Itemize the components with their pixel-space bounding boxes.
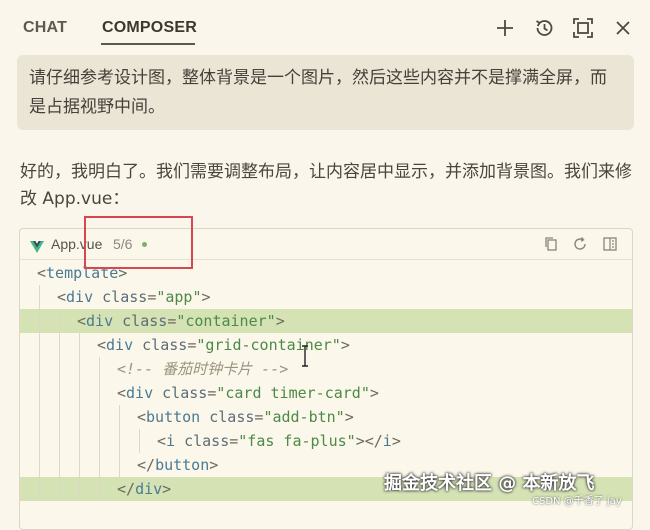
code-line-text: <div class="app">: [57, 288, 211, 306]
indent-guide: [59, 309, 60, 333]
active-tab-indicator: [101, 43, 195, 45]
refresh-icon[interactable]: [572, 236, 588, 252]
indent-guide: [39, 453, 40, 477]
code-line-text: <i class="fas fa-plus"></i>: [157, 432, 401, 450]
expand-icon[interactable]: [570, 15, 596, 41]
diff-icon[interactable]: [602, 236, 618, 252]
code-line-text: </button>: [137, 456, 219, 474]
history-icon[interactable]: [531, 15, 557, 41]
code-line-text: <div class="container">: [77, 312, 285, 330]
indent-guide: [139, 429, 140, 453]
code-line-text: <!-- 番茄时钟卡片 -->: [117, 360, 289, 378]
indent-guide: [39, 333, 40, 357]
user-message: 请仔细参考设计图，整体背景是一个图片，然后这些内容并不是撑满全屏，而是占据视野中…: [17, 55, 634, 130]
indent-guide: [59, 477, 60, 501]
indent-guide: [99, 429, 100, 453]
text-cursor-icon: [302, 345, 308, 367]
indent-guide: [79, 381, 80, 405]
indent-guide: [39, 357, 40, 381]
tab-composer[interactable]: COMPOSER: [102, 19, 197, 37]
tab-chat[interactable]: CHAT: [23, 19, 67, 37]
indent-guide: [59, 381, 60, 405]
indent-guide: [59, 429, 60, 453]
close-icon[interactable]: [610, 15, 636, 41]
indent-guide: [119, 405, 120, 429]
indent-guide: [39, 429, 40, 453]
assistant-message: 好的，我明白了。我们需要调整布局，让内容居中显示，并添加背景图。我们来修改 Ap…: [20, 162, 632, 209]
code-line: <div class="card timer-card">: [20, 381, 632, 405]
indent-guide: [59, 333, 60, 357]
indent-guide: [99, 453, 100, 477]
plus-icon[interactable]: [492, 15, 518, 41]
indent-guide: [59, 357, 60, 381]
annotation-highlight-box: [84, 216, 193, 269]
indent-guide: [79, 357, 80, 381]
code-line: <i class="fas fa-plus"></i>: [20, 429, 632, 453]
indent-guide: [39, 405, 40, 429]
code-line: <!-- 番茄时钟卡片 -->: [20, 357, 632, 381]
indent-guide: [99, 357, 100, 381]
indent-guide: [79, 477, 80, 501]
indent-guide: [119, 453, 120, 477]
indent-guide: [59, 453, 60, 477]
copy-icon[interactable]: [543, 236, 559, 252]
indent-guide: [39, 477, 40, 501]
code-lines: <template> <div class="app"> <div class="c…: [20, 261, 632, 501]
indent-guide: [59, 405, 60, 429]
indent-guide: [79, 333, 80, 357]
indent-guide: [119, 429, 120, 453]
indent-guide: [79, 429, 80, 453]
indent-guide: [99, 381, 100, 405]
vue-file-icon: [30, 238, 44, 257]
watermark-sub: CSDN @千香了 jay: [532, 496, 622, 507]
indent-guide: [99, 405, 100, 429]
indent-guide: [39, 309, 40, 333]
code-line: <button class="add-btn">: [20, 405, 632, 429]
code-line: <div class="app">: [20, 285, 632, 309]
indent-guide: [79, 405, 80, 429]
panel-tab-bar: CHAT COMPOSER: [0, 0, 650, 52]
code-line: <div class="grid-container">: [20, 333, 632, 357]
indent-guide: [99, 477, 100, 501]
code-line-text: <button class="add-btn">: [137, 408, 354, 426]
code-line-text: <div class="card timer-card">: [117, 384, 379, 402]
code-line-text: <div class="grid-container">: [97, 336, 350, 354]
indent-guide: [39, 381, 40, 405]
code-line-text: </div>: [117, 480, 172, 498]
indent-guide: [39, 285, 40, 309]
code-line: <div class="container">: [20, 309, 632, 333]
indent-guide: [79, 453, 80, 477]
